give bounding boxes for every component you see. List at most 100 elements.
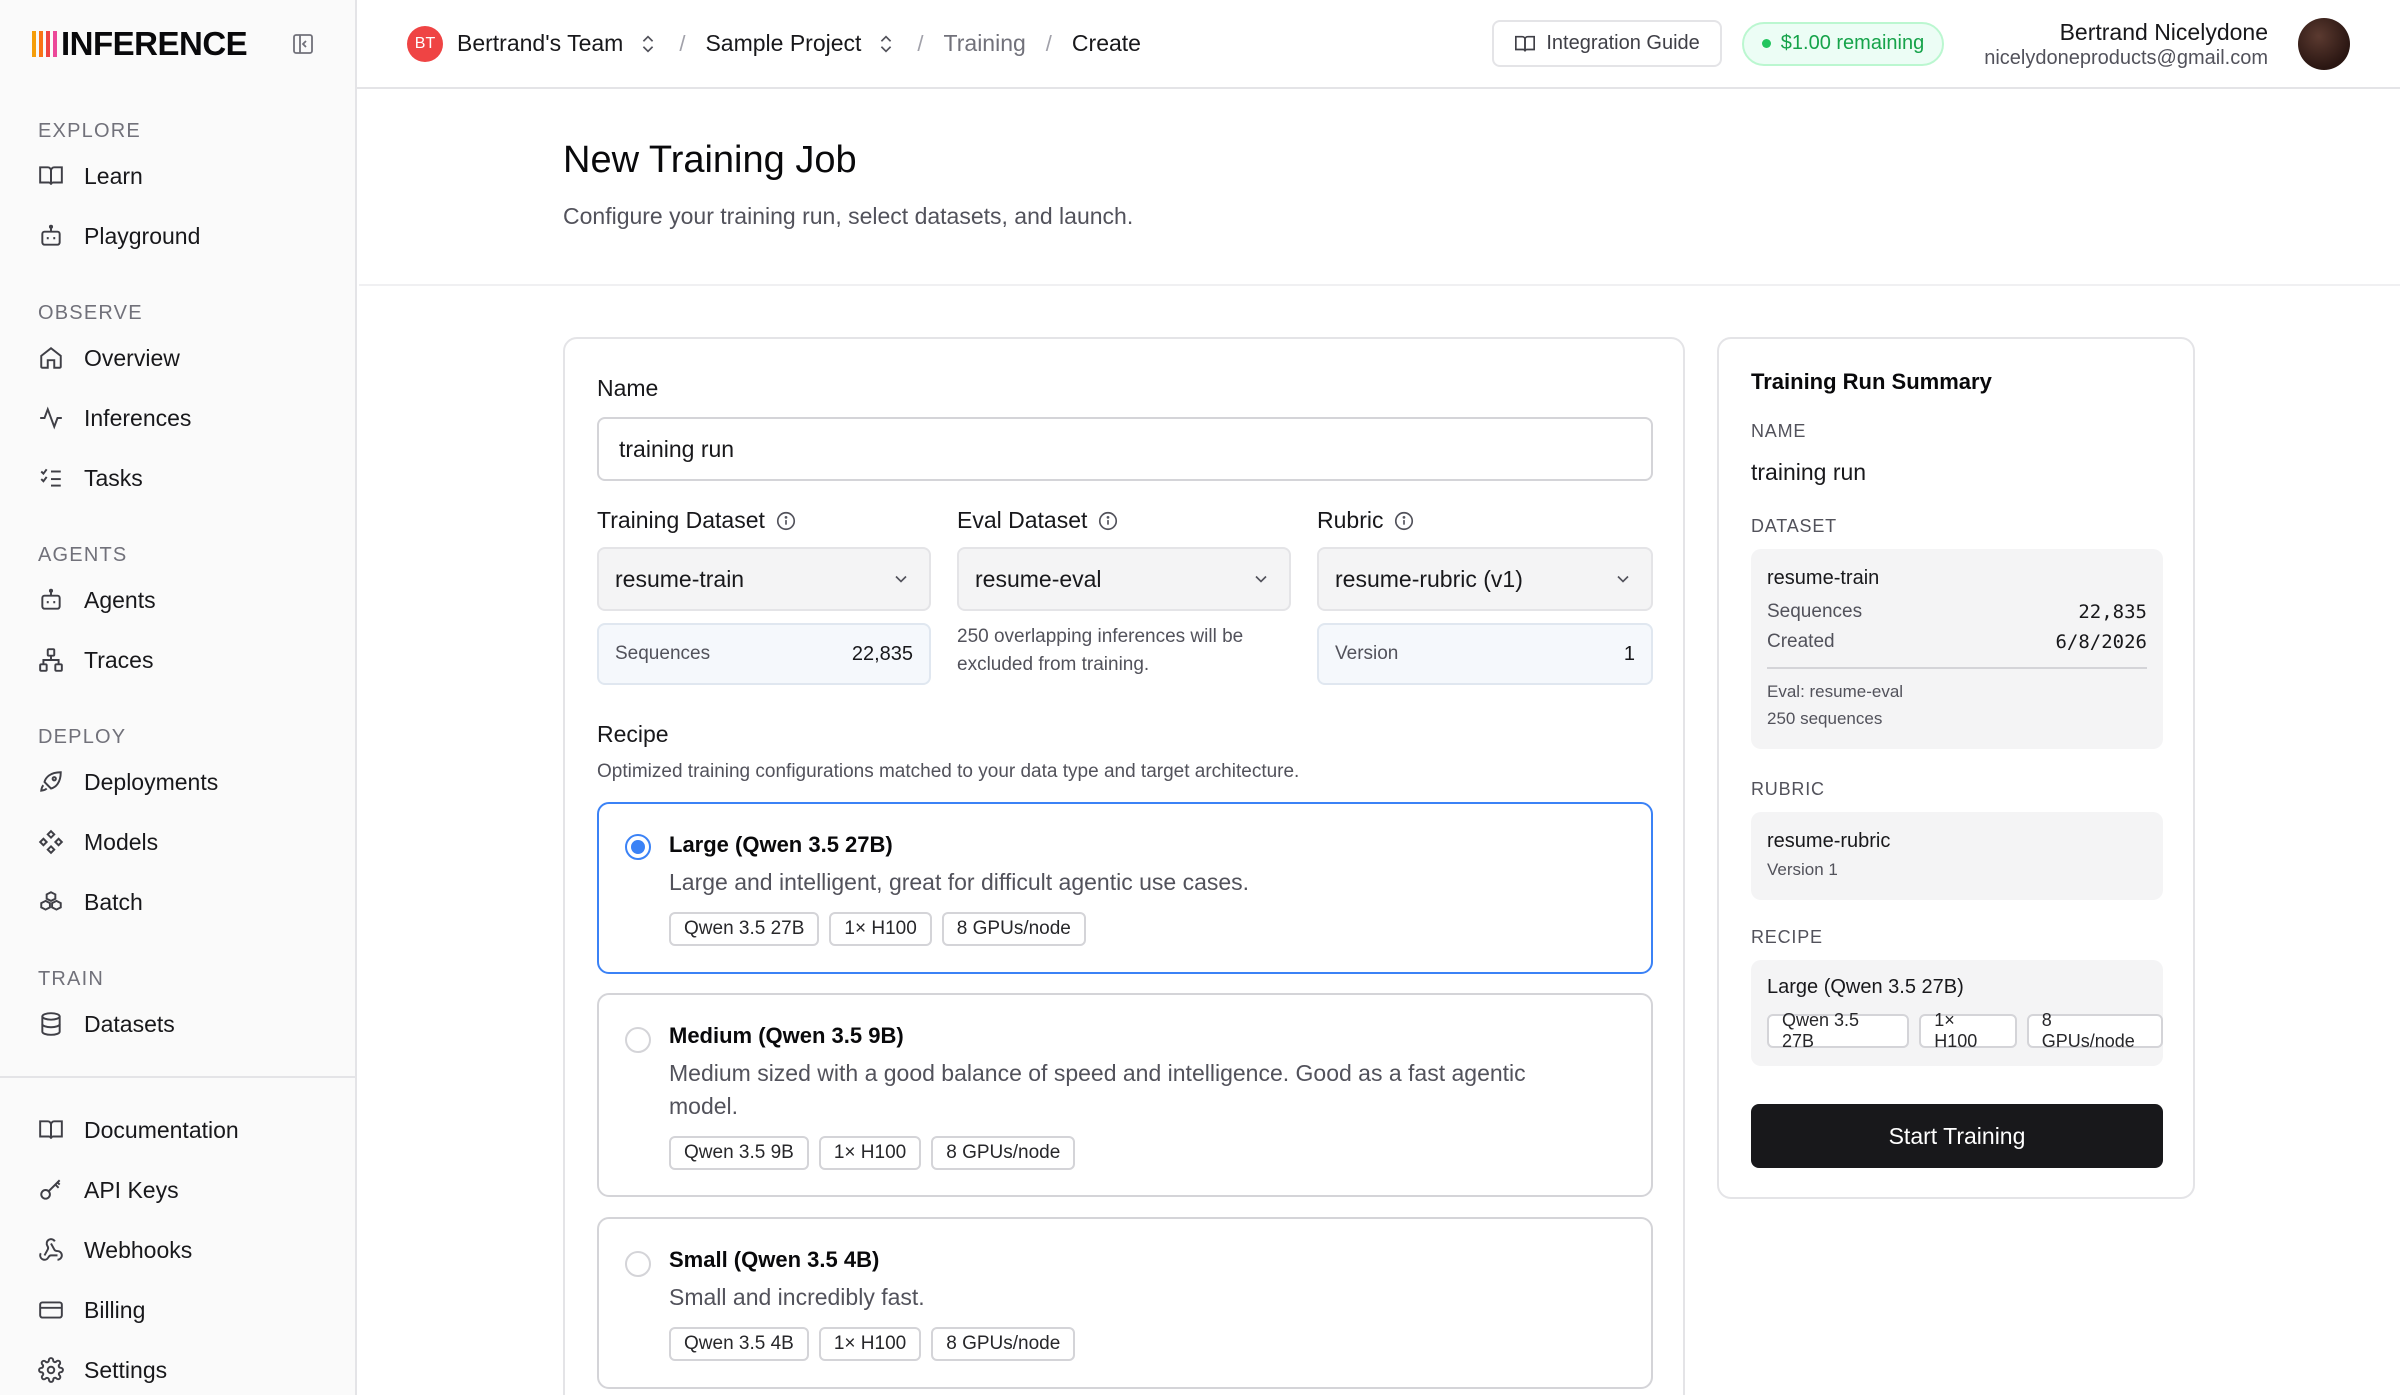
database-icon (38, 1011, 64, 1037)
version-label: Version (1335, 643, 1399, 664)
summary-recipe-tags: Qwen 3.5 27B 1× H100 8 GPUs/node (1767, 1010, 2163, 1051)
start-training-button[interactable]: Start Training (1751, 1104, 2163, 1168)
recipe-option-medium[interactable]: Medium (Qwen 3.5 9B) Medium sized with a… (597, 993, 1653, 1197)
logo-text: INFERENCE (61, 25, 248, 62)
credits-badge[interactable]: $1.00 remaining (1741, 21, 1945, 66)
sidebar-item-agents[interactable]: Agents (0, 570, 355, 630)
eval-dataset-select[interactable]: resume-eval (957, 547, 1291, 611)
rocket-icon (38, 769, 64, 795)
rubric-select[interactable]: resume-rubric (v1) (1317, 547, 1653, 611)
recipe-radio-large[interactable] (625, 834, 651, 860)
activity-icon (38, 405, 64, 431)
project-switcher[interactable]: Sample Project (705, 30, 897, 57)
sidebar-item-overview[interactable]: Overview (0, 328, 355, 388)
sidebar-item-api-keys[interactable]: API Keys (0, 1160, 355, 1220)
recipe-tags: Qwen 3.5 27B 1× H100 8 GPUs/node (669, 912, 1086, 946)
sidebar-item-webhooks[interactable]: Webhooks (0, 1220, 355, 1280)
chevron-down-icon (891, 569, 911, 589)
section-label-explore: EXPLORE (38, 120, 141, 142)
summary-recipe-box: Large (Qwen 3.5 27B) Qwen 3.5 27B 1× H10… (1751, 960, 2163, 1066)
training-sequences-box: Sequences 22,835 (597, 623, 931, 685)
section-label-observe: OBSERVE (38, 302, 143, 324)
sidebar-item-label: Webhooks (84, 1236, 193, 1263)
list-checks-icon (38, 465, 64, 491)
sidebar-item-traces[interactable]: Traces (0, 630, 355, 690)
logo-mark-icon (32, 31, 57, 57)
rubric-version-box: Version 1 (1317, 623, 1653, 685)
sidebar-item-label: API Keys (84, 1176, 179, 1203)
name-input[interactable]: training run (597, 417, 1653, 481)
recipe-description: Medium sized with a good balance of spee… (669, 1060, 1526, 1119)
recipe-option-small[interactable]: Small (Qwen 3.5 4B) Small and incredibly… (597, 1217, 1653, 1389)
info-icon[interactable] (1097, 510, 1119, 532)
summary-recipe-name: Large (Qwen 3.5 27B) (1767, 976, 1964, 998)
training-dataset-select[interactable]: resume-train (597, 547, 931, 611)
sidebar-item-label: Traces (84, 646, 154, 673)
integration-guide-button[interactable]: Integration Guide (1492, 20, 1722, 67)
team-switcher[interactable]: BT Bertrand's Team (407, 25, 659, 62)
section-label-deploy: DEPLOY (38, 726, 127, 748)
sidebar-item-tasks[interactable]: Tasks (0, 448, 355, 508)
recipe-description: Large and intelligent, great for difficu… (669, 869, 1250, 895)
tag: 1× H100 (818, 1327, 922, 1361)
summary-sequences-row: Sequences 22,835 (1767, 601, 2147, 623)
logo[interactable]: INFERENCE (32, 25, 248, 63)
recipe-description: Small and incredibly fast. (669, 1284, 925, 1310)
sidebar-item-inferences[interactable]: Inferences (0, 388, 355, 448)
rubric-value: resume-rubric (v1) (1335, 565, 1523, 592)
sidebar-item-label: Settings (84, 1356, 168, 1383)
sidebar-collapse-icon[interactable] (283, 24, 323, 64)
team-avatar: BT (407, 25, 443, 62)
home-icon (38, 345, 64, 371)
summary-created-row: Created 6/8/2026 (1767, 631, 2147, 653)
chevrons-up-down-icon (637, 33, 659, 55)
sidebar-item-documentation[interactable]: Documentation (0, 1100, 355, 1160)
user-info[interactable]: Bertrand Nicelydone nicelydoneproducts@g… (1984, 18, 2268, 70)
sidebar-item-learn[interactable]: Learn (0, 146, 355, 206)
training-form-card: Name training run Training Dataset resum… (563, 337, 1685, 1395)
summary-rubric-box: resume-rubric Version 1 (1751, 812, 2163, 900)
recipe-radio-medium[interactable] (625, 1027, 651, 1053)
training-dataset-label: Training Dataset (597, 507, 765, 533)
status-dot-icon (1761, 39, 1771, 48)
key-icon (38, 1177, 64, 1203)
sidebar-item-datasets[interactable]: Datasets (0, 994, 355, 1054)
page-subtitle: Configure your training run, select data… (563, 203, 1134, 229)
page-header: New Training Job Configure your training… (359, 89, 2400, 286)
sidebar-item-billing[interactable]: Billing (0, 1280, 355, 1340)
eval-dataset-label: Eval Dataset (957, 507, 1088, 533)
recipe-radio-small[interactable] (625, 1251, 651, 1277)
recipe-label: Recipe (597, 721, 669, 747)
tag: 1× H100 (818, 1136, 922, 1170)
rubric-label: Rubric (1317, 507, 1384, 533)
breadcrumb-create: Create (1071, 30, 1141, 56)
tag: 8 GPUs/node (2026, 1010, 2163, 1051)
eval-dataset-value: resume-eval (975, 565, 1102, 592)
sidebar-item-settings[interactable]: Settings (0, 1340, 355, 1395)
recipe-option-large[interactable]: Large (Qwen 3.5 27B) Large and intellige… (597, 802, 1653, 974)
sidebar-item-playground[interactable]: Playground (0, 206, 355, 266)
network-icon (38, 647, 64, 673)
header-actions: Integration Guide $1.00 remaining Bertra… (1492, 17, 2350, 70)
sidebar-item-deployments[interactable]: Deployments (0, 752, 355, 812)
book-open-icon (1514, 33, 1536, 55)
user-email: nicelydoneproducts@gmail.com (1984, 46, 2268, 69)
sidebar-item-batch[interactable]: Batch (0, 872, 355, 932)
recipe-tags: Qwen 3.5 9B 1× H100 8 GPUs/node (669, 1136, 1076, 1170)
project-name: Sample Project (705, 30, 862, 56)
sidebar-item-models[interactable]: Models (0, 812, 355, 872)
sidebar-item-label: Playground (84, 222, 201, 249)
team-name: Bertrand's Team (457, 30, 624, 56)
bot-icon (38, 587, 64, 613)
tag: Qwen 3.5 9B (669, 1136, 809, 1170)
breadcrumb-training[interactable]: Training (944, 30, 1026, 57)
avatar[interactable] (2298, 17, 2350, 70)
sidebar-item-label: Overview (84, 344, 180, 371)
info-icon[interactable] (775, 510, 797, 532)
breadcrumb-separator: / (1045, 30, 1052, 56)
tag: Qwen 3.5 27B (669, 912, 820, 946)
recipe-tags: Qwen 3.5 4B 1× H100 8 GPUs/node (669, 1327, 1076, 1361)
summary-sequences-value: 22,835 (2078, 601, 2147, 623)
user-name: Bertrand Nicelydone (2059, 18, 2268, 45)
info-icon[interactable] (1393, 510, 1415, 532)
